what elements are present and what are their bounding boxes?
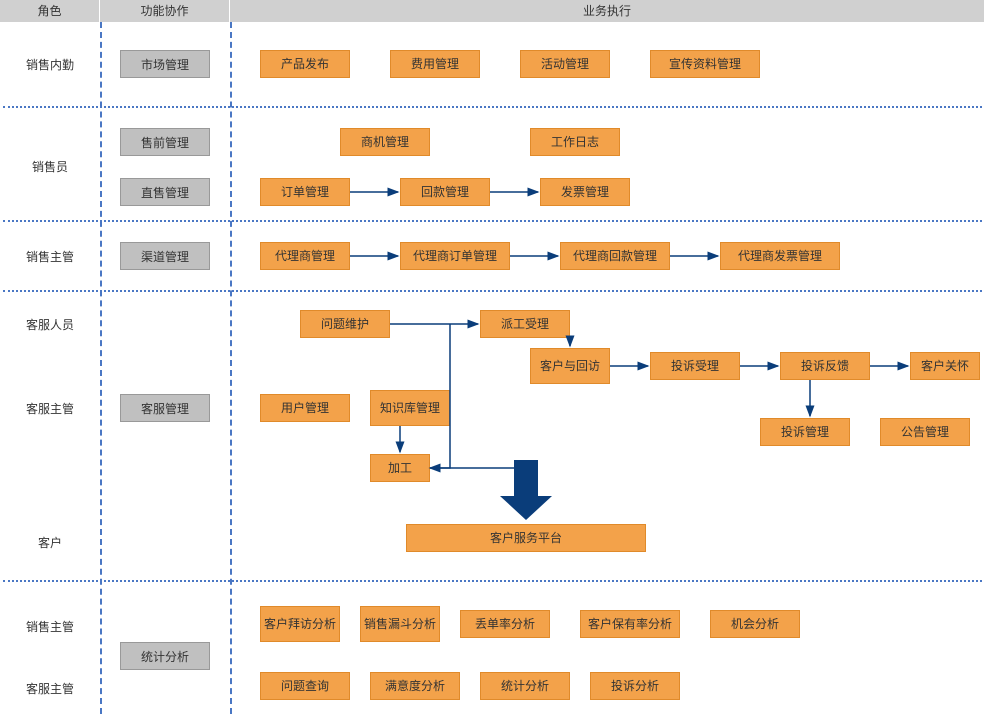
header-func: 功能协作 bbox=[100, 0, 230, 22]
role-sales-clerk: 销售内勤 bbox=[0, 56, 100, 73]
box-agent-order-mgmt: 代理商订单管理 bbox=[400, 242, 510, 270]
box-retention-analysis: 客户保有率分析 bbox=[580, 610, 680, 638]
box-knowledge-mgmt: 知识库管理 bbox=[370, 390, 450, 426]
box-opportunity-mgmt: 商机管理 bbox=[340, 128, 430, 156]
box-agent-invoice-mgmt: 代理商发票管理 bbox=[720, 242, 840, 270]
big-down-arrow-icon bbox=[500, 460, 552, 520]
box-payment-mgmt: 回款管理 bbox=[400, 178, 490, 206]
box-customer-revisit: 客户与回访 bbox=[530, 348, 610, 384]
box-order-mgmt: 订单管理 bbox=[260, 178, 350, 206]
role-sales-supervisor-2: 销售主管 bbox=[0, 618, 100, 635]
box-processing: 加工 bbox=[370, 454, 430, 482]
diagram-canvas: 角色 功能协作 业务执行 销售内勤 销售员 销售主管 客服人员 客服主管 客户 … bbox=[0, 0, 985, 714]
box-invoice-mgmt: 发票管理 bbox=[540, 178, 630, 206]
lane-divider-1 bbox=[100, 22, 102, 714]
box-issue-maint: 问题维护 bbox=[300, 310, 390, 338]
box-dispatch-accept: 派工受理 bbox=[480, 310, 570, 338]
role-sales-supervisor: 销售主管 bbox=[0, 248, 100, 265]
box-loss-rate-analysis: 丢单率分析 bbox=[460, 610, 550, 638]
role-service-supervisor: 客服主管 bbox=[0, 400, 100, 417]
row-divider-3 bbox=[3, 290, 982, 292]
row-divider-1 bbox=[3, 106, 982, 108]
box-product-release: 产品发布 bbox=[260, 50, 350, 78]
box-agent-mgmt: 代理商管理 bbox=[260, 242, 350, 270]
func-presales-mgmt: 售前管理 bbox=[120, 128, 210, 156]
role-salesperson: 销售员 bbox=[0, 158, 100, 175]
box-notice-mgmt: 公告管理 bbox=[880, 418, 970, 446]
box-customer-service-platform: 客户服务平台 bbox=[406, 524, 646, 552]
box-customer-care: 客户关怀 bbox=[910, 352, 980, 380]
role-customer: 客户 bbox=[0, 534, 100, 551]
row-divider-2 bbox=[3, 220, 982, 222]
box-visit-analysis: 客户拜访分析 bbox=[260, 606, 340, 642]
box-complaint-accept: 投诉受理 bbox=[650, 352, 740, 380]
box-expense-mgmt: 费用管理 bbox=[390, 50, 480, 78]
row-divider-4 bbox=[3, 580, 982, 582]
box-opportunity-analysis: 机会分析 bbox=[710, 610, 800, 638]
lane-divider-2 bbox=[230, 22, 232, 714]
box-activity-mgmt: 活动管理 bbox=[520, 50, 610, 78]
role-service-staff: 客服人员 bbox=[0, 316, 100, 333]
box-user-mgmt: 用户管理 bbox=[260, 394, 350, 422]
func-stats-analysis: 统计分析 bbox=[120, 642, 210, 670]
func-service-mgmt: 客服管理 bbox=[120, 394, 210, 422]
box-agent-payment-mgmt: 代理商回款管理 bbox=[560, 242, 670, 270]
header-exec: 业务执行 bbox=[230, 0, 985, 22]
box-stat-analysis: 统计分析 bbox=[480, 672, 570, 700]
box-work-log: 工作日志 bbox=[530, 128, 620, 156]
box-complaint-feedback: 投诉反馈 bbox=[780, 352, 870, 380]
box-satisfaction-analysis: 满意度分析 bbox=[370, 672, 460, 700]
box-funnel-analysis: 销售漏斗分析 bbox=[360, 606, 440, 642]
header-role: 角色 bbox=[0, 0, 100, 22]
box-promo-material-mgmt: 宣传资料管理 bbox=[650, 50, 760, 78]
func-direct-sales-mgmt: 直售管理 bbox=[120, 178, 210, 206]
func-channel-mgmt: 渠道管理 bbox=[120, 242, 210, 270]
role-service-supervisor-2: 客服主管 bbox=[0, 680, 100, 697]
box-complaint-mgmt: 投诉管理 bbox=[760, 418, 850, 446]
func-market-mgmt: 市场管理 bbox=[120, 50, 210, 78]
box-issue-query: 问题查询 bbox=[260, 672, 350, 700]
box-complaint-analysis: 投诉分析 bbox=[590, 672, 680, 700]
